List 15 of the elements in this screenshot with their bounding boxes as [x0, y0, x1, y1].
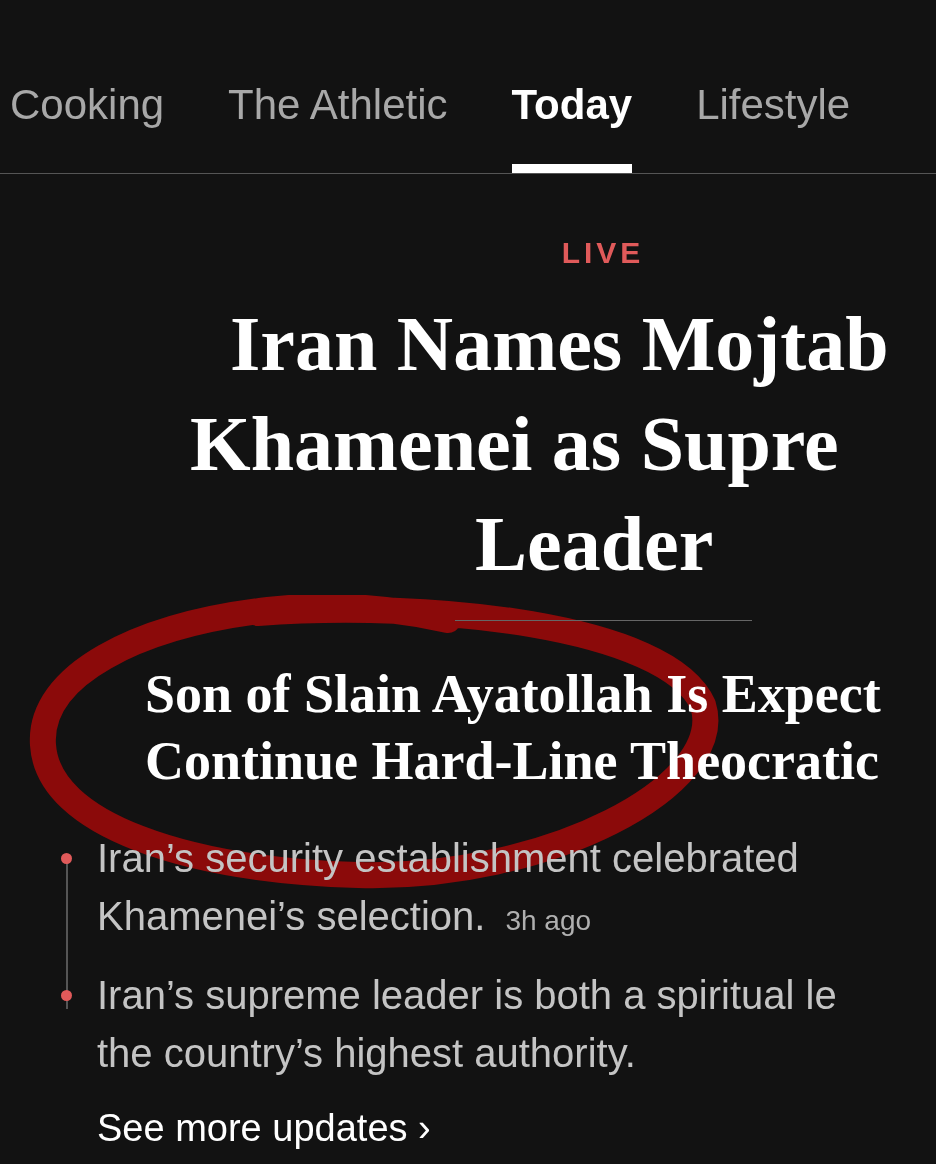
timestamp: 3h ago — [505, 904, 592, 938]
nav-tab[interactable]: Lifestyle — [696, 0, 851, 173]
nav-tab[interactable]: Cooking — [10, 0, 165, 173]
headline-line: Iran Names Mojtab — [230, 300, 889, 387]
update-text: the country’s highest authority. — [97, 1030, 636, 1077]
update-text: Iran’s supreme leader is both a spiritual le — [97, 972, 837, 1019]
live-label: LIVE — [561, 238, 645, 268]
headline-line: Khamenei as Supre — [190, 400, 839, 487]
nav-tab[interactable]: The Athletic — [228, 0, 448, 173]
headline-line: Leader — [475, 500, 714, 587]
update-text: Khamenei’s selection. — [97, 893, 486, 940]
see-more-link[interactable]: See more updates › — [97, 1107, 431, 1149]
subheadline-line: Continue Hard-Line Theocratic — [145, 731, 879, 791]
subheadline-line: Son of Slain Ayatollah Is Expect — [145, 664, 881, 724]
nav-tab[interactable]: Today — [511, 0, 633, 173]
